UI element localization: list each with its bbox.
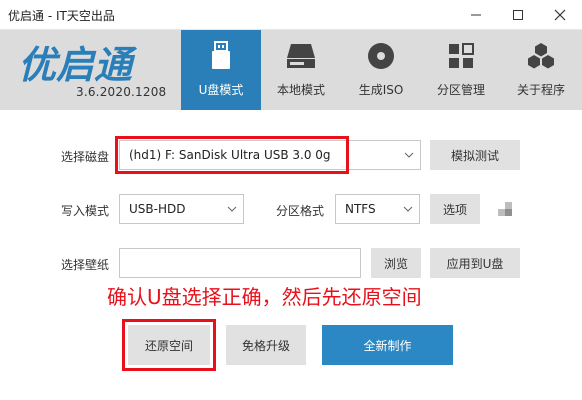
tab-about[interactable]: 关于程序 [501, 30, 581, 110]
partition-format-select[interactable]: NTFS [335, 194, 420, 224]
minimize-button[interactable] [455, 0, 497, 30]
minimize-icon [471, 14, 481, 16]
disk-highlight-box [115, 136, 349, 174]
version-label: 3.6.2020.1208 [76, 85, 167, 99]
apply-to-usb-button[interactable]: 应用到U盘 [430, 248, 520, 278]
simulate-test-button[interactable]: 模拟测试 [430, 140, 520, 170]
usb-drive-icon [212, 41, 230, 69]
restore-highlight-box [122, 319, 216, 371]
wallpaper-input[interactable] [119, 248, 361, 278]
upgrade-button[interactable]: 免格升级 [226, 325, 306, 365]
title-bar: 优启通 - IT天空出品 [0, 0, 582, 30]
disc-icon [368, 43, 394, 69]
maximize-button[interactable] [497, 0, 539, 30]
close-button[interactable] [539, 0, 581, 30]
chevron-down-icon [404, 152, 414, 158]
partition-format-value: NTFS [345, 202, 376, 216]
partition-format-label: 分区格式 [276, 204, 325, 218]
settings-toggle-button[interactable] [490, 194, 520, 224]
options-button[interactable]: 选项 [430, 194, 480, 224]
browse-button[interactable]: 浏览 [371, 248, 421, 278]
window-title: 优启通 - IT天空出品 [8, 9, 115, 23]
maximize-icon [513, 10, 523, 20]
tab-partition-manager[interactable]: 分区管理 [421, 30, 501, 110]
tab-label: 分区管理 [436, 83, 485, 97]
svg-text:优启通: 优启通 [18, 44, 138, 84]
instruction-annotation: 确认U盘选择正确，然后先还原空间 [107, 285, 422, 309]
grid-icon [449, 43, 474, 68]
tab-usb-mode[interactable]: U盘模式 [181, 30, 261, 110]
app-header: 优启通 3.6.2020.1208 U盘模式 本地模式 生成ISO 分区管理 关… [0, 30, 582, 110]
wallpaper-label: 选择壁纸 [61, 258, 110, 272]
write-mode-value: USB-HDD [129, 202, 186, 216]
app-logo: 优启通 [18, 43, 163, 87]
tab-generate-iso[interactable]: 生成ISO [341, 30, 421, 110]
create-new-button[interactable]: 全新制作 [322, 325, 453, 365]
tab-label: 关于程序 [516, 83, 565, 97]
tab-label: 本地模式 [276, 83, 325, 97]
chevron-down-icon [227, 206, 237, 212]
pixel-grid-icon [498, 202, 512, 216]
cubes-icon [528, 43, 554, 69]
write-mode-select[interactable]: USB-HDD [119, 194, 244, 224]
disk-label: 选择磁盘 [61, 150, 110, 164]
close-icon [554, 9, 566, 21]
write-mode-label: 写入模式 [61, 204, 110, 218]
tab-label: U盘模式 [198, 83, 244, 97]
tab-label: 生成ISO [358, 83, 404, 97]
chevron-down-icon [403, 206, 413, 212]
hard-disk-icon [287, 44, 315, 68]
tab-local-mode[interactable]: 本地模式 [261, 30, 341, 110]
